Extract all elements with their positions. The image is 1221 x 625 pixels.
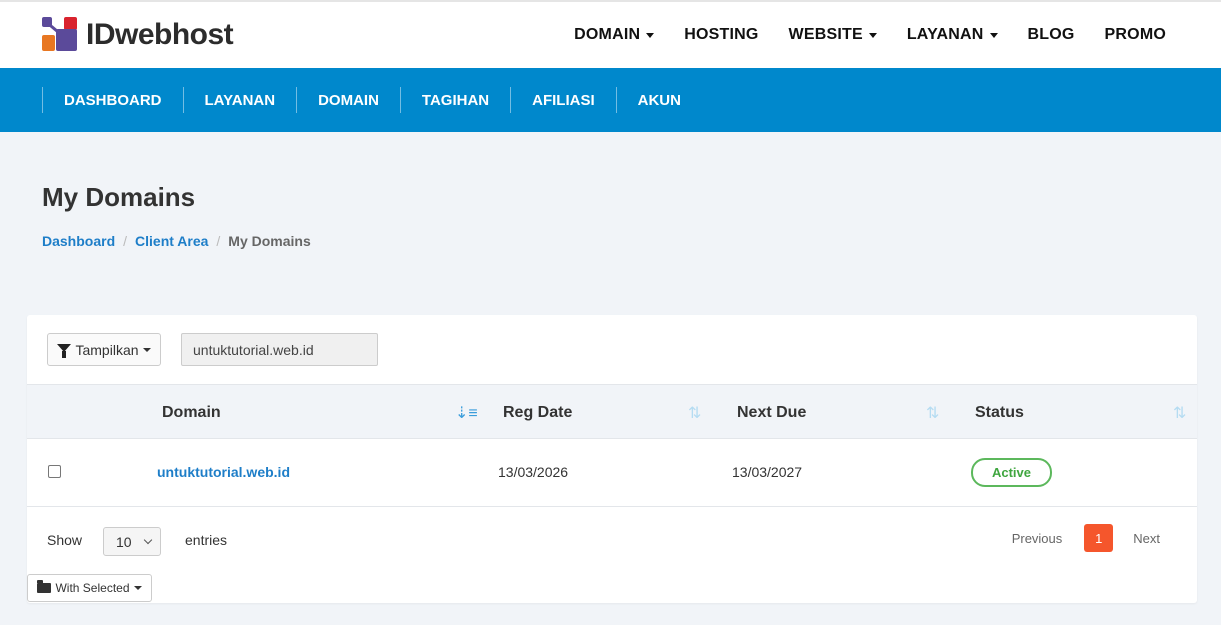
domain-link[interactable]: untuktutorial.web.id [157, 464, 290, 480]
reg-date-cell: 13/03/2026 [498, 464, 569, 480]
client-nav-akun[interactable]: AKUN [615, 87, 702, 113]
main-nav-blog[interactable]: BLOG [1028, 26, 1075, 44]
entries-label: entries [185, 532, 228, 548]
main-nav-website[interactable]: WEBSITE [789, 26, 877, 44]
client-nav: DASHBOARD LAYANAN DOMAIN TAGIHAN AFILIAS… [0, 68, 1221, 132]
page-size-value: 10 [116, 533, 132, 550]
page-header: My Domains Dashboard / Client Area / My … [0, 132, 1221, 316]
filter-icon [57, 343, 72, 358]
breadcrumb: Dashboard / Client Area / My Domains [42, 233, 1179, 249]
filter-button[interactable]: Tampilkan [47, 333, 161, 366]
column-header-domain[interactable]: Domain [162, 385, 221, 440]
main-nav-hosting[interactable]: HOSTING [684, 26, 758, 44]
breadcrumb-dashboard[interactable]: Dashboard [42, 233, 115, 249]
main-nav-label: WEBSITE [788, 26, 863, 43]
client-nav-tagihan[interactable]: TAGIHAN [399, 87, 510, 113]
main-nav-label: DOMAIN [574, 26, 641, 43]
breadcrumb-current: My Domains [228, 233, 311, 249]
search-input[interactable]: untuktutorial.web.id [181, 333, 378, 366]
column-header-reg-date[interactable]: Reg Date [503, 385, 572, 440]
next-due-cell: 13/03/2027 [732, 464, 803, 480]
show-label: Show [47, 532, 83, 548]
page-size-select[interactable]: 10 [103, 527, 161, 556]
filter-label: Tampilkan [75, 341, 139, 358]
client-nav-afiliasi[interactable]: AFILIASI [510, 87, 616, 113]
table-header: Domain ⇣≡ Reg Date ⇅ Next Due ⇅ Status ⇅ [27, 384, 1197, 439]
client-nav-domain[interactable]: DOMAIN [296, 87, 400, 113]
sort-amount-down-icon[interactable]: ⇣≡ [455, 403, 478, 423]
main-nav-label: PROMO [1104, 26, 1166, 43]
column-header-next-due[interactable]: Next Due [737, 385, 806, 440]
brand-logo-icon [42, 17, 78, 53]
table-footer: Show 10 entries Previous 1 Next With Sel… [27, 507, 1197, 602]
domains-card: Tampilkan untuktutorial.web.id Domain ⇣≡… [27, 315, 1197, 603]
caret-down-icon [646, 32, 655, 38]
main-nav-label: LAYANAN [906, 26, 984, 43]
chevron-down-icon [143, 535, 153, 545]
client-nav-dashboard[interactable]: DASHBOARD [42, 87, 183, 113]
breadcrumb-separator: / [216, 233, 221, 249]
column-header-status[interactable]: Status [975, 385, 1024, 440]
pagination-page-1[interactable]: 1 [1084, 524, 1114, 552]
table-row: untuktutorial.web.id 13/03/2026 13/03/20… [27, 439, 1197, 507]
status-badge: Active [971, 457, 1052, 487]
client-nav-layanan[interactable]: LAYANAN [182, 87, 297, 113]
caret-down-icon [133, 586, 142, 590]
page-title: My Domains [42, 182, 196, 212]
sort-icon[interactable]: ⇅ [926, 403, 939, 423]
main-nav-domain[interactable]: DOMAIN [574, 26, 655, 44]
sort-icon[interactable]: ⇅ [688, 403, 701, 423]
main-nav: DOMAIN HOSTING WEBSITE LAYANAN BLOG PROM… [574, 26, 1166, 44]
table-toolbar: Tampilkan untuktutorial.web.id [27, 315, 1197, 384]
with-selected-button[interactable]: With Selected [27, 574, 152, 602]
brand-name: IDwebhost [86, 18, 234, 51]
row-checkbox[interactable] [48, 465, 61, 478]
caret-down-icon [142, 347, 151, 352]
caret-down-icon [868, 32, 877, 38]
main-nav-promo[interactable]: PROMO [1105, 26, 1166, 44]
site-header: IDwebhost DOMAIN HOSTING WEBSITE LAYANAN… [0, 0, 1221, 68]
pagination-next[interactable]: Next [1125, 531, 1170, 546]
brand-logo[interactable]: IDwebhost [42, 17, 234, 53]
main-nav-label: BLOG [1027, 26, 1075, 43]
main-nav-label: HOSTING [684, 26, 759, 43]
pagination: Previous 1 Next [1002, 524, 1170, 552]
caret-down-icon [989, 32, 998, 38]
main-nav-layanan[interactable]: LAYANAN [907, 26, 998, 44]
pagination-previous[interactable]: Previous [1002, 531, 1073, 546]
breadcrumb-client-area[interactable]: Client Area [135, 233, 208, 249]
folder-open-icon [37, 580, 52, 593]
breadcrumb-separator: / [123, 233, 128, 249]
sort-icon[interactable]: ⇅ [1173, 403, 1186, 423]
with-selected-label: With Selected [55, 581, 130, 595]
